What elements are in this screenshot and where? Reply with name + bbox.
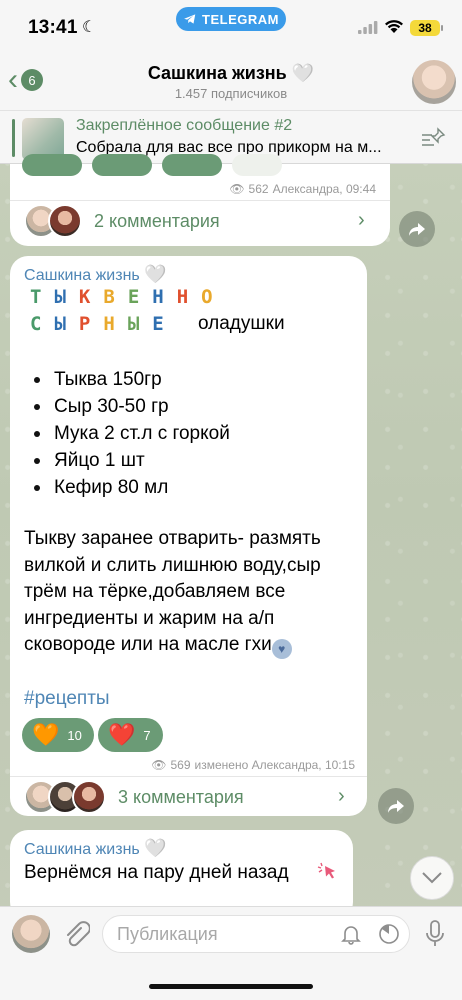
post-author[interactable]: Сашкина жизнь 🤍 (24, 838, 167, 859)
paperclip-icon[interactable] (62, 919, 90, 949)
title-letter: Р (78, 313, 104, 335)
comments-label: 2 комментария (94, 210, 220, 231)
cellular-signal-icon (358, 21, 378, 34)
channel-post: Сашкина жизнь 🤍 ТЫКВЕННО СЫРНЫЕ оладушки… (10, 256, 367, 816)
commenter-avatar (48, 204, 82, 238)
title-letter: Е (152, 313, 177, 335)
title-letter: Н (152, 286, 177, 308)
pinned-title: Закреплённое сообщение #2 (76, 117, 293, 134)
scroll-to-bottom-button[interactable] (410, 856, 454, 900)
status-time: 13:41 (28, 17, 78, 38)
subscriber-count: 1.457 подписчиков (174, 86, 288, 101)
telegram-plane-icon (184, 14, 196, 24)
home-indicator (149, 984, 313, 989)
reaction-chip[interactable] (162, 154, 222, 176)
title-letter: К (78, 286, 104, 308)
message-input[interactable] (102, 915, 410, 953)
recipe-title-suffix: оладушки (198, 313, 285, 334)
share-button[interactable] (399, 211, 435, 247)
channel-title[interactable]: Сашкина жизнь 🤍 (0, 63, 462, 84)
view-count: 569 (170, 758, 191, 772)
divider (10, 776, 367, 777)
share-button[interactable] (378, 788, 414, 824)
white-heart-emoji: 🤍 (144, 838, 167, 859)
title-letter: Т (30, 286, 55, 308)
post-text: Вернёмся на пару дней назад (24, 862, 289, 883)
chevron-right-icon: › (358, 209, 365, 231)
comments-button[interactable]: 2 комментария (24, 202, 220, 240)
title-letter: Ы (127, 313, 153, 335)
white-heart-emoji: 🤍 (291, 63, 315, 84)
post-author-time: изменено Александра, 10:15 (194, 758, 355, 772)
post-author[interactable]: Сашкина жизнь 🤍 (24, 264, 167, 285)
ingredient-item: Тыква 150гр (32, 366, 230, 393)
chevron-right-icon: › (338, 785, 345, 807)
ingredient-item: Кефир 80 мл (32, 474, 230, 501)
share-arrow-icon (388, 800, 404, 813)
ingredient-item: Мука 2 ст.л с горкой (32, 420, 230, 447)
blue-heart-emoji: ♥ (271, 639, 292, 659)
eye-icon: 👁 (151, 758, 167, 772)
title-letter: О (201, 286, 226, 308)
red-heart-emoji: ❤️ (108, 722, 136, 747)
orange-heart-emoji: 🧡 (32, 722, 60, 747)
recipe-title-line-1: ТЫКВЕННО (30, 286, 226, 308)
share-arrow-icon (409, 223, 425, 236)
channel-avatar[interactable] (412, 60, 456, 104)
focus-moon-icon: ☾ (82, 19, 97, 36)
channel-header: ‹ 6 Сашкина жизнь 🤍 1.457 подписчиков (0, 54, 462, 110)
author-name: Сашкина жизнь (24, 267, 140, 284)
title-letter: Е (127, 286, 153, 308)
send-as-avatar[interactable] (12, 915, 50, 953)
post-meta: 👁 569 изменено Александра, 10:15 (151, 758, 355, 772)
post-author-time: Александра, 09:44 (272, 182, 376, 196)
comments-label: 3 комментария (118, 786, 244, 807)
title-letter: С (30, 313, 55, 335)
status-bar: 13:41 ☾ TELEGRAM 38 (0, 0, 462, 54)
title-letter: Ы (54, 313, 79, 335)
recipe-instructions: Тыкву заранее отварить- размять вилкой и… (24, 526, 359, 659)
reaction-chip[interactable] (232, 154, 282, 176)
ingredient-item: Сыр 30-50 гр (32, 393, 230, 420)
instructions-text: Тыкву заранее отварить- размять вилкой и… (24, 528, 321, 655)
return-to-telegram-pill[interactable]: TELEGRAM (176, 7, 286, 31)
eye-icon: 👁 (229, 182, 245, 196)
title-letter: Н (103, 313, 128, 335)
reaction-chip[interactable] (22, 154, 82, 176)
reaction-red-heart[interactable]: ❤️ 7 (98, 718, 163, 752)
pinned-indicator-bar (12, 119, 15, 157)
recipe-title-line-2: СЫРНЫЕ (30, 313, 177, 335)
divider (10, 200, 390, 201)
title-letter: В (103, 286, 128, 308)
battery-indicator: 38 (410, 20, 443, 36)
wifi-icon (385, 20, 403, 33)
reaction-orange-heart[interactable]: 🧡 10 (22, 718, 94, 752)
commenter-avatar (72, 780, 106, 814)
reaction-count: 10 (67, 727, 82, 743)
bell-icon[interactable] (340, 923, 362, 945)
white-heart-emoji: 🤍 (144, 264, 167, 285)
pinned-list-icon[interactable] (420, 127, 446, 149)
chevron-down-icon (422, 872, 442, 884)
channel-name: Сашкина жизнь (147, 63, 287, 83)
channel-post: 👁 562 Александра, 09:44 2 комментария › (10, 154, 390, 246)
reaction-count: 7 (143, 727, 151, 743)
comments-button[interactable]: 3 комментария (24, 778, 244, 816)
view-count: 562 (248, 182, 269, 196)
cursor-click-emoji (317, 862, 335, 879)
author-name: Сашкина жизнь (24, 841, 140, 858)
title-letter: Н (176, 286, 202, 308)
ingredient-list: Тыква 150гр Сыр 30-50 гр Мука 2 ст.л с г… (32, 366, 230, 501)
title-letter: Ы (54, 286, 79, 308)
microphone-icon[interactable] (424, 919, 446, 949)
hashtag-link[interactable]: #рецепты (24, 688, 110, 710)
ingredient-item: Яйцо 1 шт (32, 447, 230, 474)
reaction-chip[interactable] (92, 154, 152, 176)
post-meta: 👁 562 Александра, 09:44 (229, 182, 376, 196)
timer-icon[interactable] (378, 923, 400, 945)
app-pill-label: TELEGRAM (202, 11, 279, 27)
